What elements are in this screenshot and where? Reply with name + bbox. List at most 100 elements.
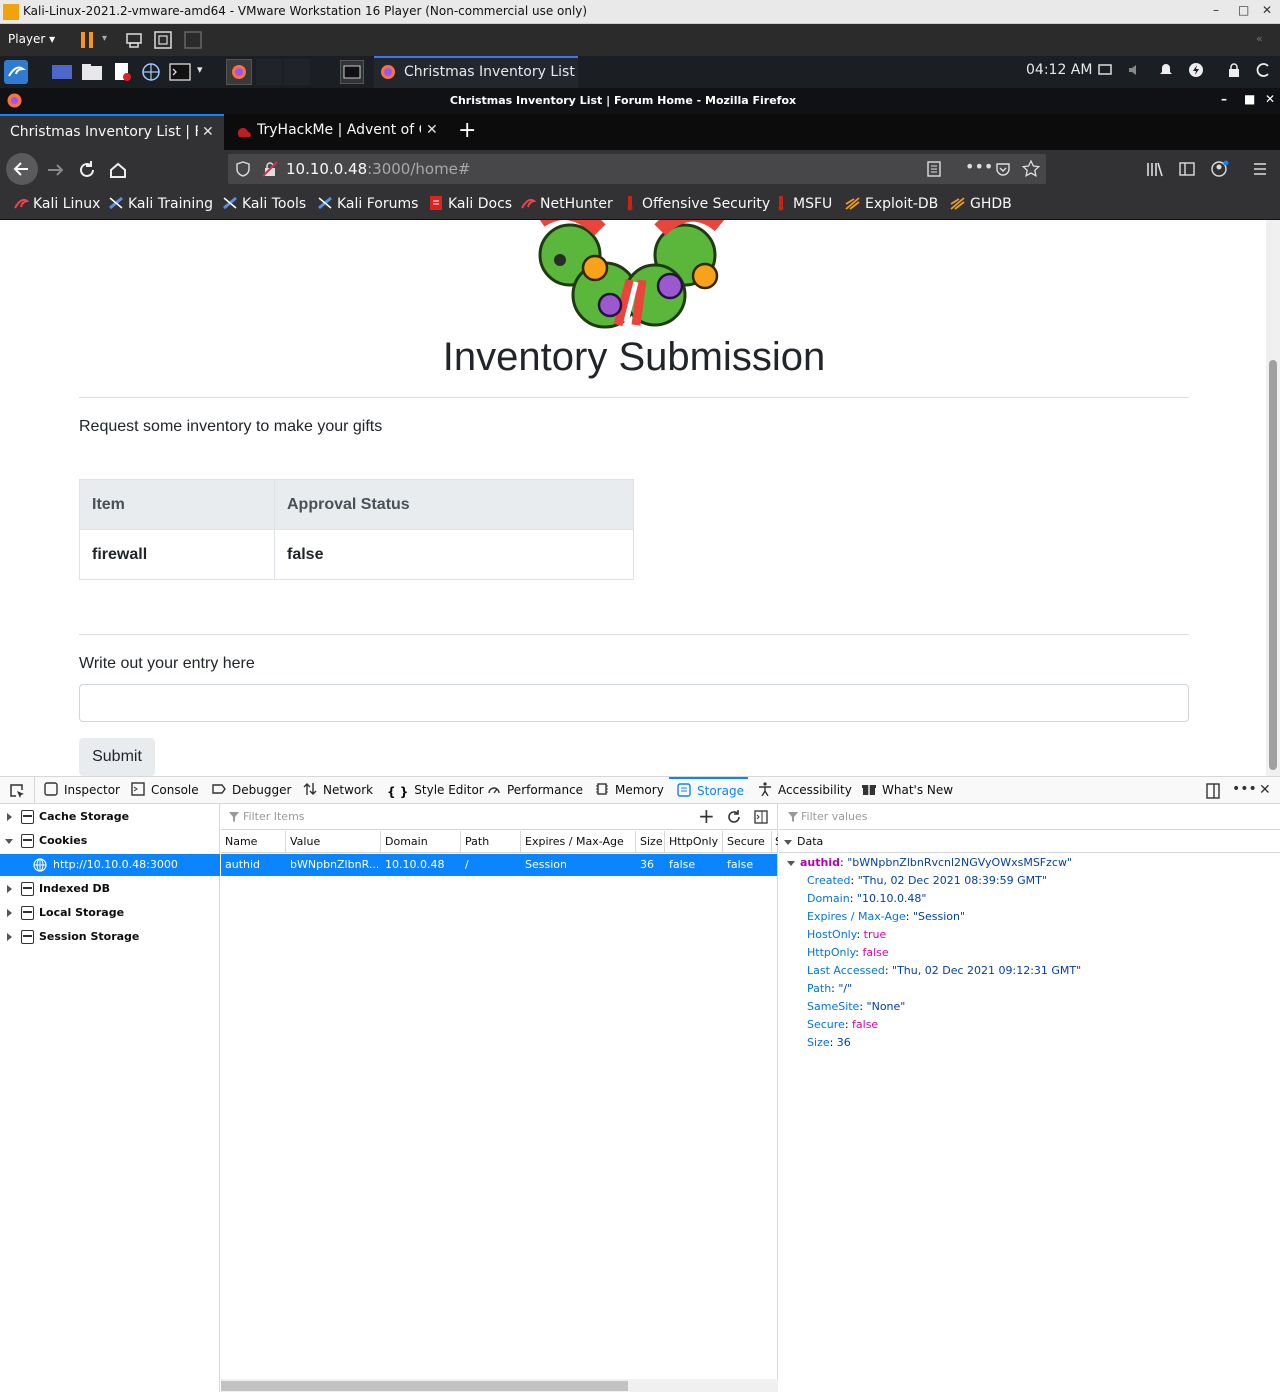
filter-values-input[interactable]: Filter values (779, 804, 1280, 830)
display-icon[interactable] (1097, 62, 1117, 82)
filter-items-input[interactable]: Filter Items + (221, 804, 777, 830)
table-row[interactable]: authid bWNpbnZlbnR... 10.10.0.48 / Sessi… (221, 854, 777, 876)
reload-icon[interactable] (73, 156, 101, 184)
detail-property[interactable]: Created: "Thu, 02 Dec 2021 08:39:59 GMT" (807, 874, 1047, 887)
tree-item-local-storage[interactable]: Local Storage (0, 902, 220, 924)
tree-item-cookies[interactable]: Cookies (0, 830, 220, 852)
tab-storage[interactable]: Storage (669, 777, 748, 804)
pocket-icon[interactable] (995, 161, 1011, 177)
collapse-arrow-icon[interactable] (784, 840, 792, 845)
column-header-httponly[interactable]: HttpOnly (669, 835, 718, 848)
tab-memory[interactable]: Memory (595, 777, 664, 804)
tab-console[interactable]: Console (131, 777, 199, 804)
logout-icon[interactable] (1256, 62, 1276, 82)
devtools-close-icon[interactable]: ✕ (1259, 782, 1271, 798)
minimize-icon[interactable]: – (1213, 3, 1219, 17)
maximize-icon[interactable]: □ (1238, 3, 1249, 17)
bookmark-kali-tools[interactable]: Kali Tools (222, 195, 306, 212)
detail-property[interactable]: HttpOnly: false (807, 946, 889, 959)
workspace-2[interactable] (256, 59, 282, 85)
kali-menu-icon[interactable] (4, 60, 28, 84)
clock[interactable]: 04:12 AM (1026, 62, 1092, 78)
scrollbar-thumb[interactable] (1269, 360, 1277, 770)
bookmark-offensive-security[interactable]: Offensive Security (622, 195, 770, 212)
file-manager-icon[interactable] (81, 62, 102, 82)
taskbar-firefox-window[interactable]: Christmas Inventory List ... (374, 56, 578, 96)
expand-arrow-icon[interactable] (7, 909, 12, 917)
tree-item-session-storage[interactable]: Session Storage (0, 926, 220, 948)
column-header-expires[interactable]: Expires / Max-Age (525, 835, 624, 848)
home-icon[interactable] (104, 156, 132, 184)
bookmark-kali-linux[interactable]: Kali Linux (13, 195, 100, 212)
text-editor-icon[interactable] (112, 62, 132, 82)
detail-property[interactable]: Last Accessed: "Thu, 02 Dec 2021 09:12:3… (807, 964, 1081, 977)
column-separator[interactable] (460, 831, 461, 853)
detail-property[interactable]: Secure: false (807, 1018, 878, 1031)
page-scrollbar[interactable] (1266, 220, 1280, 776)
tab-christmas-inventory[interactable]: Christmas Inventory List | Fo ✕ (0, 114, 224, 150)
player-menu[interactable]: Player ▾ (8, 32, 55, 46)
sidebar-icon[interactable] (1179, 161, 1195, 177)
account-icon[interactable] (1211, 160, 1229, 178)
detail-property[interactable]: Path: "/" (807, 982, 852, 995)
column-separator[interactable] (285, 831, 286, 853)
collapse-arrow-icon[interactable] (5, 839, 13, 844)
show-desktop-icon[interactable] (51, 62, 72, 82)
pause-icon[interactable] (78, 30, 98, 50)
column-separator[interactable] (722, 831, 723, 853)
bookmark-star-icon[interactable] (1022, 160, 1040, 178)
bookmark-exploit-db[interactable]: Exploit-DB (845, 195, 938, 212)
notifications-icon[interactable] (1158, 62, 1178, 82)
column-separator[interactable] (520, 831, 521, 853)
send-ctrl-alt-del-icon[interactable] (124, 30, 144, 50)
ff-minimize-icon[interactable]: – (1221, 92, 1227, 106)
tab-style-editor[interactable]: { } Style Editor (387, 777, 484, 804)
tree-item-cache-storage[interactable]: Cache Storage (0, 806, 220, 828)
shield-icon[interactable] (236, 161, 250, 177)
bookmark-msfu[interactable]: MSFU (773, 195, 832, 212)
collapse-icon[interactable]: « (1256, 32, 1263, 45)
reader-view-icon[interactable] (926, 161, 942, 177)
bookmark-kali-docs[interactable]: Kali Docs (428, 195, 512, 212)
ff-maximize-icon[interactable]: ■ (1244, 92, 1255, 106)
bookmark-kali-training[interactable]: Kali Training (108, 195, 213, 212)
column-separator[interactable] (771, 831, 772, 853)
tab-inspector[interactable]: Inspector (44, 777, 120, 804)
submit-button[interactable]: Submit (79, 738, 155, 776)
back-button[interactable] (6, 153, 38, 185)
detail-property[interactable]: Expires / Max-Age: "Session" (807, 910, 965, 923)
tab-accessibility[interactable]: Accessibility (758, 777, 852, 804)
column-header-size[interactable]: Size (640, 835, 663, 848)
table-horizontal-scrollbar[interactable] (221, 1379, 778, 1392)
column-header-name[interactable]: Name (225, 835, 257, 848)
expand-arrow-icon[interactable] (7, 933, 12, 941)
column-separator[interactable] (380, 831, 381, 853)
workspace-4-terminal-icon[interactable] (340, 60, 364, 84)
detail-property[interactable]: SameSite: "None" (807, 1000, 905, 1013)
refresh-icon[interactable] (726, 809, 742, 825)
expand-arrow-icon[interactable] (7, 813, 12, 821)
fullscreen-icon[interactable] (153, 30, 173, 50)
devtools-options-icon[interactable]: ••• (1232, 781, 1257, 797)
column-header-secure[interactable]: Secure (727, 835, 765, 848)
toggle-sidebar-icon[interactable] (754, 810, 768, 824)
column-header-value[interactable]: Value (290, 835, 320, 848)
tab-close-icon[interactable]: ✕ (426, 122, 438, 138)
dock-side-icon[interactable] (1205, 783, 1221, 799)
expand-arrow-icon[interactable] (7, 885, 12, 893)
web-browser-icon[interactable] (141, 62, 161, 82)
tab-network[interactable]: Network (303, 777, 373, 804)
tab-debugger[interactable]: Debugger (212, 777, 291, 804)
column-separator[interactable] (635, 831, 636, 853)
column-header-path[interactable]: Path (465, 835, 489, 848)
power-manager-icon[interactable] (1188, 62, 1208, 82)
workspace-3[interactable] (284, 59, 310, 85)
data-section-header[interactable]: Data (779, 831, 1280, 853)
bookmark-ghdb[interactable]: GHDB (950, 195, 1012, 212)
terminal-icon[interactable] (169, 62, 191, 82)
scrollbar-thumb[interactable] (221, 1381, 628, 1391)
column-separator[interactable] (664, 831, 665, 853)
insecure-lock-icon[interactable] (262, 161, 278, 177)
url-bar[interactable]: 10.10.0.48:3000/home# ••• (228, 154, 1046, 184)
terminal-dropdown-icon[interactable]: ▾ (197, 63, 203, 76)
